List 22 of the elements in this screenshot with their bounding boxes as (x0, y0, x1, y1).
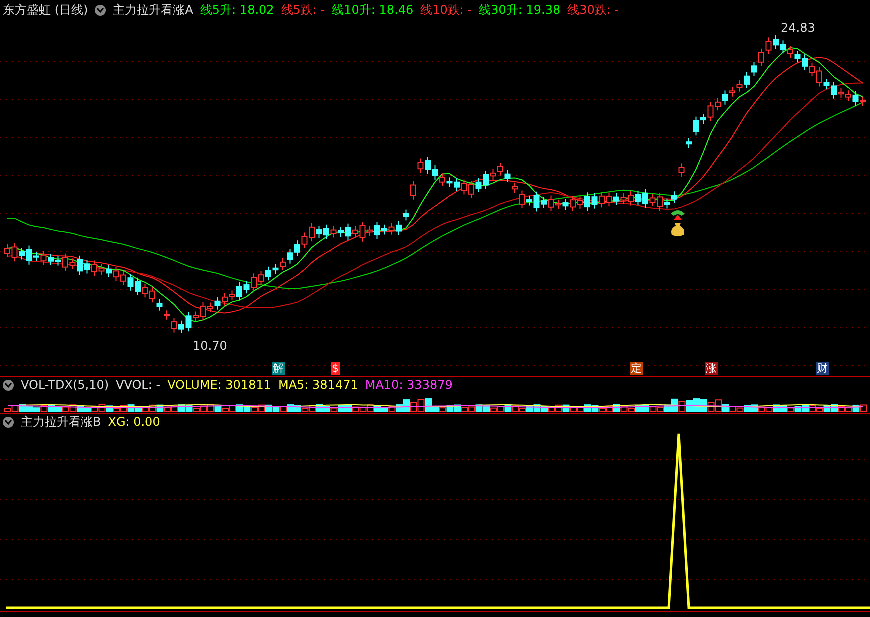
volume-value: MA10: 333879 (365, 378, 453, 392)
signal-indicator-title: 主力拉升看涨B (21, 414, 102, 430)
indicator-value: 线30跌: - (568, 2, 620, 18)
indicator-value: 线5升: 18.02 (200, 2, 274, 18)
stock-name: 东方盛虹 (日线) (3, 2, 88, 18)
high-price-label: 24.83 (781, 21, 816, 35)
low-price-label: 10.70 (193, 339, 228, 353)
indicator-value: 线5跌: - (281, 2, 326, 18)
indicator-name: 主力拉升看涨A (113, 2, 194, 18)
volume-value: VOLUME: 301811 (168, 378, 272, 392)
event-marker[interactable]: 解 (272, 362, 285, 375)
volume-value: MA5: 381471 (278, 378, 358, 392)
indicator-value: 线10升: 18.46 (332, 2, 414, 18)
volume-value: VVOL: - (116, 378, 161, 392)
volume-title: VOL-TDX(5,10) (21, 378, 110, 392)
event-marker[interactable]: 定 (630, 362, 643, 375)
event-marker[interactable]: 财 (816, 362, 829, 375)
signal-value: XG: 0.00 (108, 415, 160, 429)
event-marker[interactable]: 涨 (705, 362, 718, 375)
event-marker[interactable]: $ (331, 362, 340, 375)
indicator-value: 线30升: 19.38 (479, 2, 561, 18)
indicator-value: 线10跌: - (420, 2, 472, 18)
